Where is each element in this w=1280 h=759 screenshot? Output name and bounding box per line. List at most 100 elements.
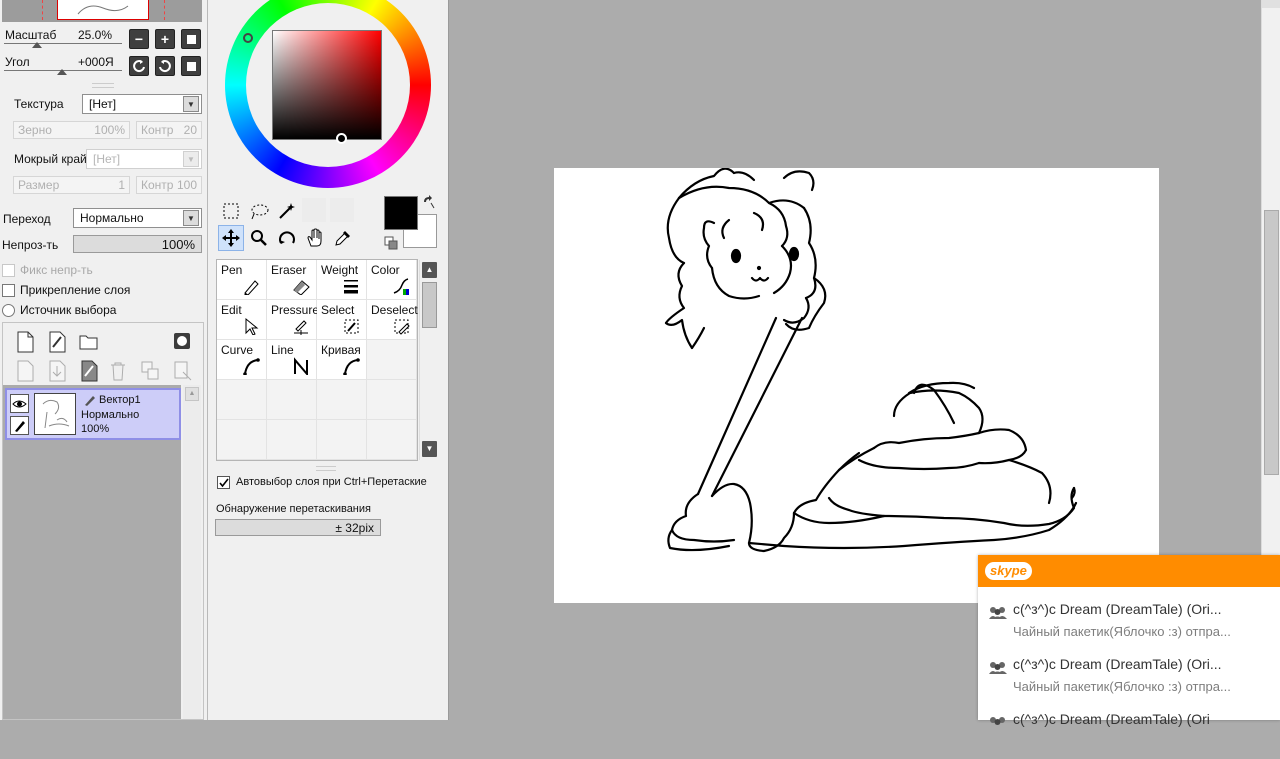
texture-dropdown[interactable]: [Нет] ▼ [82,94,202,114]
angle-label: Угол [5,55,30,69]
contrast2-label: Контр [141,178,174,192]
drag-detect-slider[interactable]: ± 32pix [215,519,381,536]
blend-value: Нормально [80,211,144,225]
scroll-thumb[interactable] [1264,210,1279,475]
skype-chat-item[interactable]: с(^з^)с Dream (DreamTale) (Ori [978,707,1280,759]
tool-кривая[interactable]: Кривая [317,340,367,380]
empty-tool-slot [367,340,417,380]
wet-edge-label: Мокрый край [14,152,87,166]
angle-value: +000Я [78,55,114,69]
size-label: Размер [18,178,60,192]
tool-deselect[interactable]: Deselect [367,300,418,340]
zoom-reset-button[interactable] [181,29,201,49]
fix-opacity-label: Фикс непр-ть [20,263,93,277]
rotate-tool-icon[interactable] [274,225,300,251]
tool-pen[interactable]: Pen [217,260,267,300]
angle-slider[interactable] [4,69,122,77]
hue-marker[interactable] [243,33,253,43]
layer-opacity: 100% [81,423,110,435]
eye-icon[interactable] [10,394,29,413]
pen-lock-icon[interactable] [10,416,29,435]
selection-source-radio[interactable] [2,304,15,317]
drag-detect-label: Обнаружение перетаскивания [216,503,371,515]
tool-edit[interactable]: Edit [217,300,267,340]
skype-header: skype [978,555,1280,587]
reset-colors-icon[interactable] [384,236,398,253]
contrast2-value: 100 [176,178,197,192]
tool-color[interactable]: Color [367,260,417,300]
new-folder-icon[interactable] [79,333,99,354]
navigator-preview[interactable] [2,0,202,22]
empty-tool-slot [317,420,367,460]
rasterize-icon[interactable] [79,360,99,385]
empty-tool-slot [317,380,367,420]
zoom-out-button[interactable]: − [129,29,149,49]
empty-tool-slot [367,420,417,460]
move-tool-icon[interactable] [218,225,244,251]
lasso-icon[interactable] [246,198,272,224]
zoom-in-button[interactable]: + [155,29,175,49]
vector-layer-icon [83,394,97,409]
chevron-down-icon: ▼ [183,210,199,226]
zoom-slider[interactable] [4,42,122,50]
angle-reset-button[interactable] [181,56,201,76]
pressure-icon [294,320,308,335]
skype-notification[interactable]: skype с(^з^)с Dream (DreamTale) (Ori... … [978,555,1280,727]
new-layer-icon[interactable] [15,331,35,356]
drawing-canvas[interactable] [554,168,1159,603]
tool-pressure[interactable]: Pressure [267,300,320,340]
primary-color-swatch[interactable] [384,196,418,230]
rotate-right-icon [159,60,171,73]
curve-ru-icon [343,358,360,375]
new-vector-layer-icon[interactable] [47,331,67,356]
size-field: Размер 1 [13,176,130,194]
hand-tool-icon[interactable] [302,225,328,251]
layer-mask-icon[interactable] [173,332,191,353]
magic-wand-icon[interactable] [274,198,300,224]
contrast1-label: Контр [141,123,174,137]
group-chat-icon [990,717,1005,725]
fix-opacity-checkbox [2,264,15,277]
tool-line[interactable]: Line [267,340,317,380]
skype-chat-item[interactable]: с(^з^)с Dream (DreamTale) (Ori... Чайный… [978,597,1280,649]
tool-eraser[interactable]: Eraser [267,260,317,300]
color-square[interactable] [272,30,382,140]
saturation-marker[interactable] [336,133,347,144]
layer-list-scrollbar[interactable]: ▲ [183,385,201,719]
copy-layer-icon [15,360,35,385]
selection-source-label: Источник выбора [20,303,117,317]
layer-item-vector1[interactable]: Вектор1 Нормально 100% [5,388,181,440]
auto-select-checkbox[interactable] [217,476,230,489]
splitter-grip[interactable] [316,466,336,471]
tool-curve[interactable]: Curve [217,340,267,380]
zoom-tool-icon[interactable] [246,225,272,251]
rotate-left-button[interactable] [129,56,149,76]
tool-grid-scrollbar[interactable]: ▲ ▼ [419,260,439,460]
tool-label: Pressure [271,303,320,317]
merge-visible-icon [140,360,160,385]
blend-label: Переход [3,212,51,226]
swap-colors-icon[interactable] [421,194,435,213]
checkmark-icon [219,478,229,488]
rect-select-icon[interactable] [218,198,244,224]
splitter-grip[interactable] [92,83,114,88]
weight-icon [344,280,358,294]
chevron-down-icon: ▼ [183,96,199,112]
clear-layer-icon [173,360,193,385]
skype-chat-message: Чайный пакетик(Яблочко :з) отпра... [1013,679,1231,694]
rotate-right-button[interactable] [155,56,175,76]
empty-tool-slot [267,420,317,460]
opacity-slider[interactable]: 100% [73,235,202,253]
eraser-icon [293,280,310,295]
pen-icon [244,280,259,295]
blend-dropdown[interactable]: Нормально ▼ [73,208,202,228]
tool-select[interactable]: Select [317,300,367,340]
clip-layer-checkbox[interactable] [2,284,15,297]
texture-label: Текстура [14,97,64,111]
skype-chat-title: с(^з^)с Dream (DreamTale) (Ori [1013,711,1210,727]
skype-chat-item[interactable]: с(^з^)с Dream (DreamTale) (Ori... Чайный… [978,652,1280,704]
tool-label: Weight [321,263,359,277]
tool-weight[interactable]: Weight [317,260,367,300]
eyedropper-icon[interactable] [330,225,356,251]
tool-label: Select [321,303,355,317]
